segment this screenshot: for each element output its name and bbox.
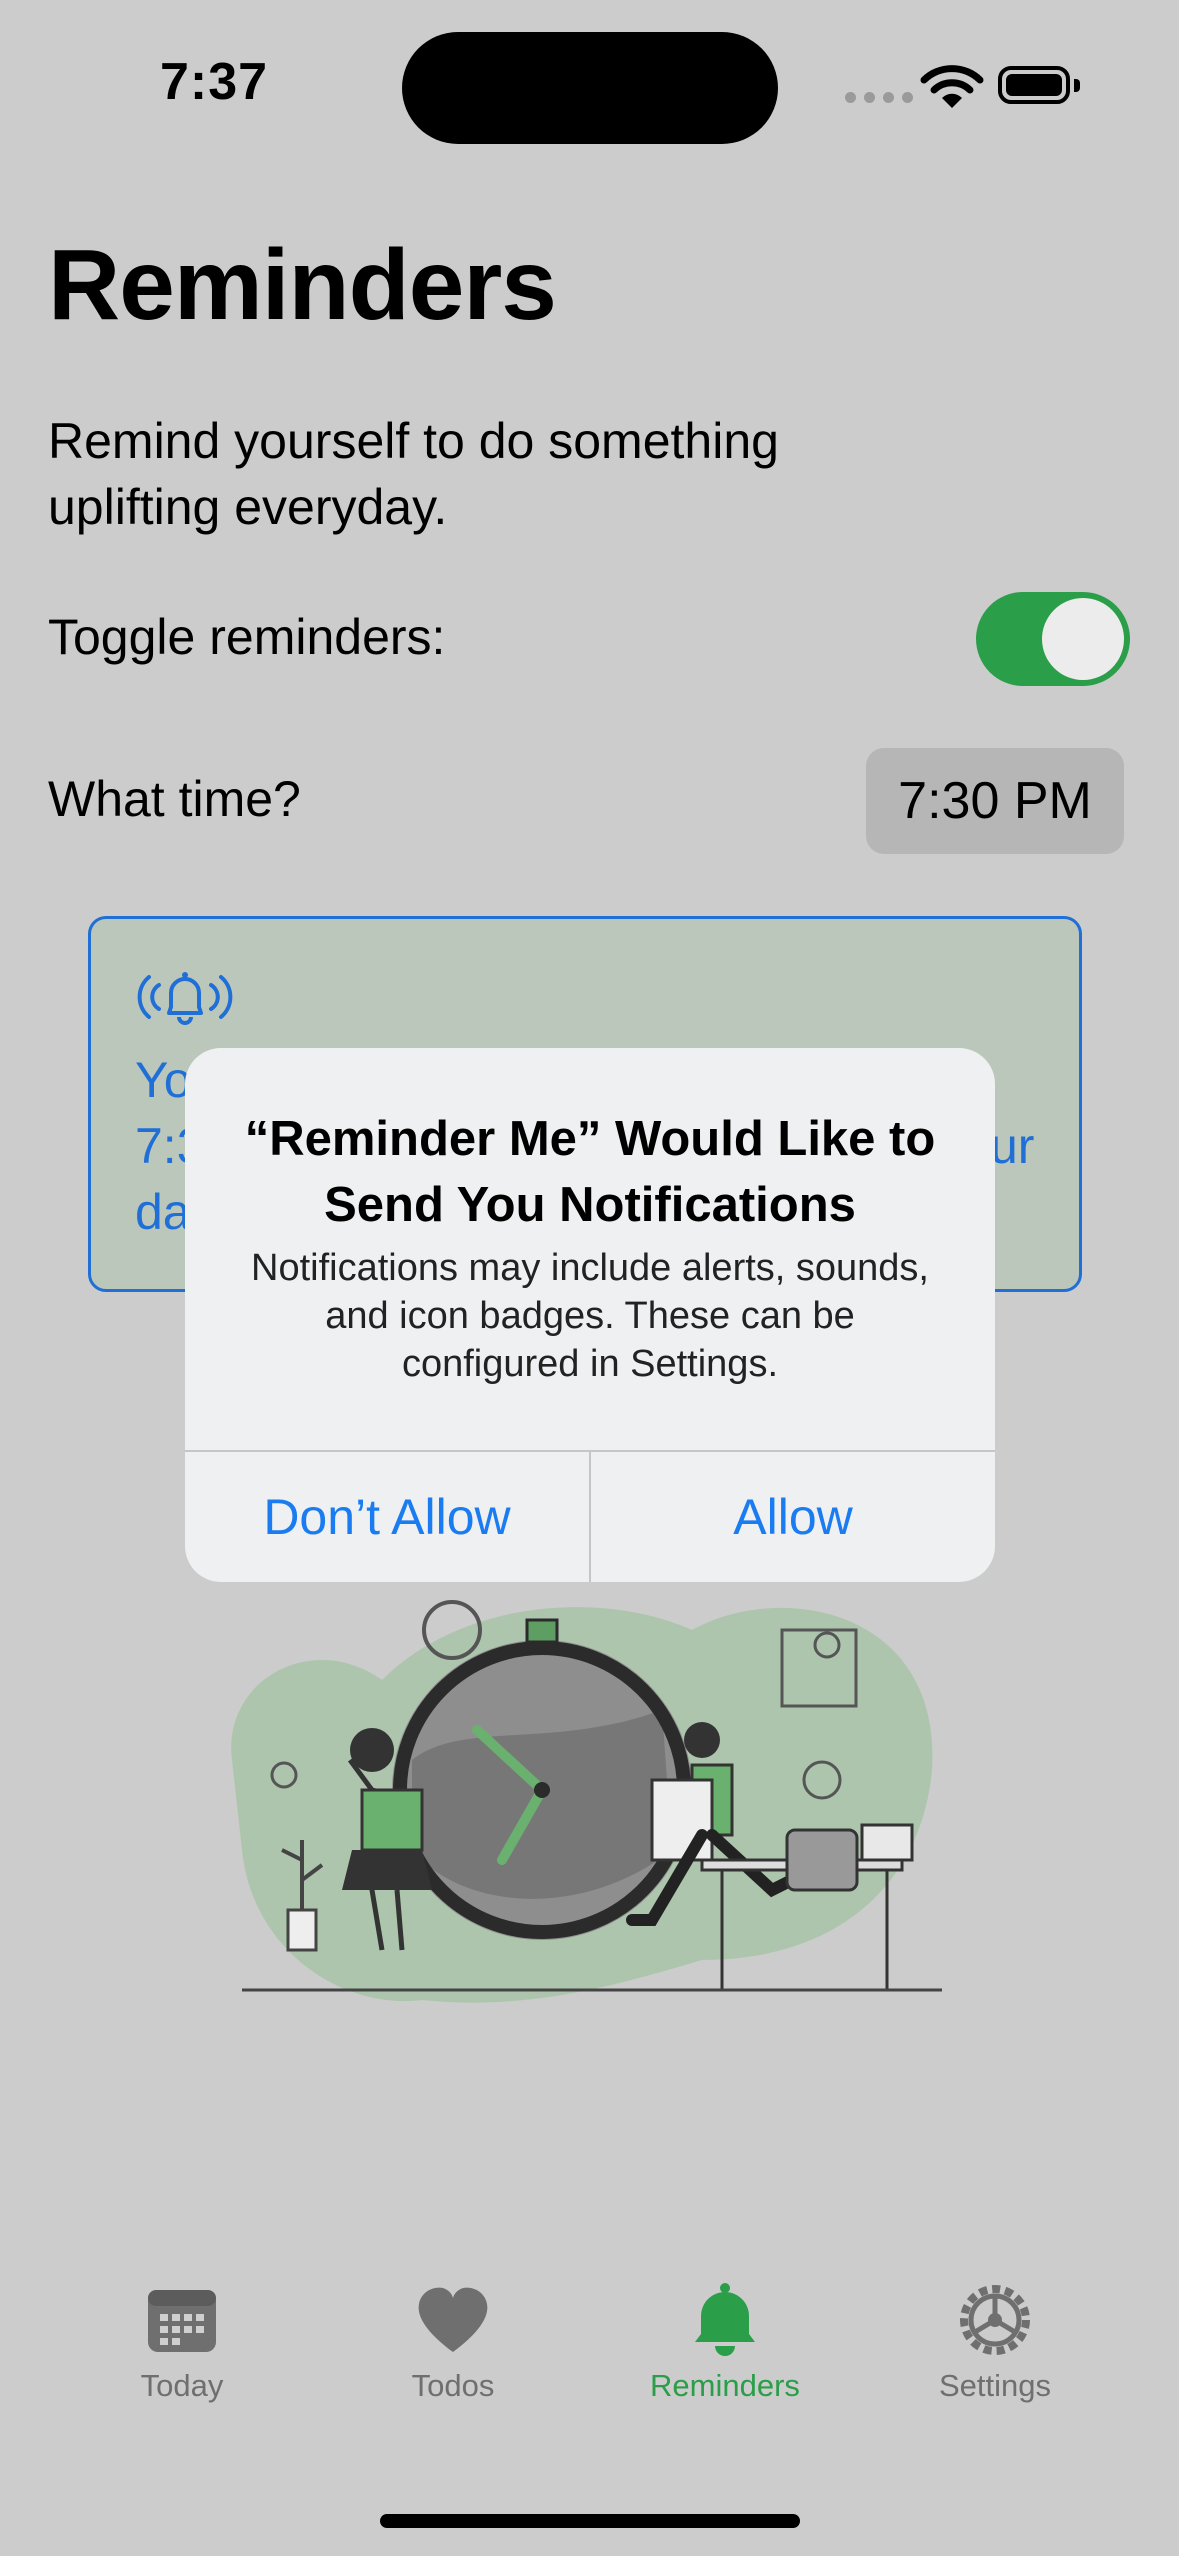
dont-allow-button[interactable]: Don’t Allow [185, 1452, 589, 1582]
calendar-icon [148, 2290, 216, 2352]
home-indicator[interactable] [380, 2514, 800, 2528]
dialog-message: Notifications may include alerts, sounds… [251, 1247, 929, 1385]
dialog-title: “Reminder Me” Would Like to Send You Not… [244, 1112, 936, 1232]
tab-reminders[interactable]: Reminders [595, 2240, 855, 2440]
tab-today[interactable]: Today [52, 2240, 312, 2440]
wifi-icon [920, 65, 984, 108]
tab-todos[interactable]: Todos [323, 2240, 583, 2440]
battery-icon [998, 66, 1080, 104]
tab-label: Today [140, 2368, 224, 2403]
time-management-illustration [231, 1600, 942, 2003]
tab-label: Settings [938, 2368, 1051, 2403]
gear-icon [960, 2285, 1030, 2355]
heart-icon [418, 2287, 488, 2352]
time-label: What time? [48, 771, 301, 827]
allow-button[interactable]: Allow [591, 1452, 995, 1582]
dynamic-island [402, 32, 778, 144]
tab-label: Reminders [650, 2368, 800, 2403]
reminders-toggle[interactable] [976, 592, 1130, 686]
notification-permission-dialog: “Reminder Me” Would Like to Send You Not… [185, 1048, 995, 1582]
toggle-knob [1042, 598, 1124, 680]
info-text-fragment: ur [990, 1118, 1035, 1174]
page-title: Reminders [48, 229, 557, 341]
time-picker-button[interactable]: 7:30 PM [866, 748, 1124, 854]
page-description: Remind yourself to do something upliftin… [48, 413, 779, 535]
tab-settings[interactable]: Settings [865, 2240, 1125, 2440]
bell-icon [695, 2283, 755, 2356]
toggle-reminders-label: Toggle reminders: [48, 609, 446, 665]
cellular-signal-icon [845, 92, 913, 103]
bell-ringing-icon [137, 972, 233, 1025]
status-bar-time: 7:37 [160, 53, 269, 111]
tab-bar: Today Todos Reminders Settings [0, 2240, 1179, 2440]
tab-label: Todos [411, 2368, 495, 2403]
